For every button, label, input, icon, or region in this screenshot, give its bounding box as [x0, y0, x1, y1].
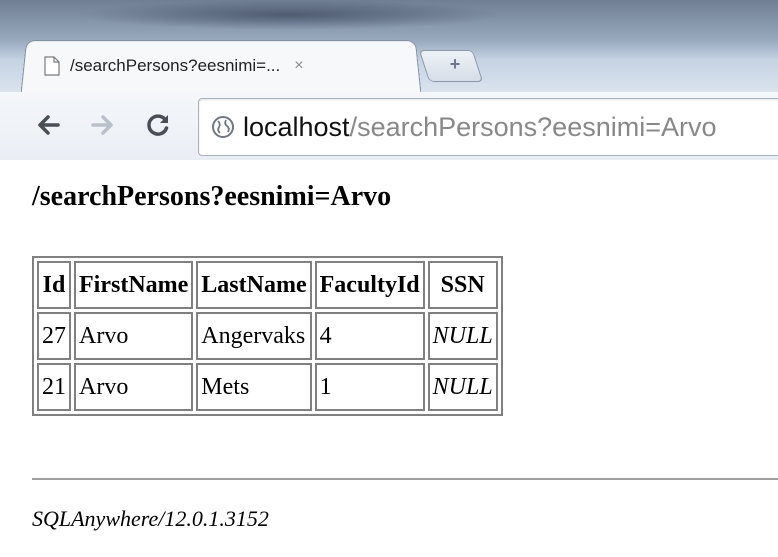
- cell-ssn: NULL: [427, 312, 498, 360]
- url-path: /searchPersons?eesnimi=Arvo: [349, 111, 717, 142]
- browser-tab-content[interactable]: /searchPersons?eesnimi=... ×: [38, 40, 408, 92]
- back-arrow-icon: [38, 115, 60, 135]
- server-signature: SQLAnywhere/12.0.1.3152: [32, 506, 269, 531]
- page-title: /searchPersons?eesnimi=Arvo: [32, 181, 392, 212]
- tab-close-button[interactable]: ×: [294, 57, 303, 75]
- cell-facultyid: 1: [314, 363, 425, 411]
- reload-icon: [147, 114, 169, 136]
- new-tab-icon: +: [449, 53, 461, 74]
- cell-id: 27: [37, 312, 71, 360]
- column-header-lastname: LastName: [196, 261, 312, 309]
- url-host: localhost: [243, 111, 350, 142]
- column-header-facultyid: FacultyId: [314, 261, 425, 309]
- table-row: 21 Arvo Mets 1 NULL: [37, 363, 498, 411]
- column-header-firstname: FirstName: [74, 261, 194, 309]
- column-header-ssn: SSN: [427, 261, 498, 309]
- page-content: /searchPersons?eesnimi=Arvo Id FirstName…: [0, 161, 778, 557]
- page-icon: [44, 56, 60, 76]
- address-bar[interactable]: localhost/searchPersons?eesnimi=Arvo: [198, 98, 778, 156]
- cell-firstname: Arvo: [74, 363, 194, 411]
- column-header-id: Id: [37, 261, 71, 309]
- cell-firstname: Arvo: [74, 312, 194, 360]
- back-button[interactable]: [30, 107, 66, 143]
- results-table: Id FirstName LastName FacultyId SSN 27 A…: [32, 256, 503, 416]
- browser-chrome: /searchPersons?eesnimi=... × + localhost…: [0, 0, 778, 160]
- cell-ssn: NULL: [427, 363, 498, 411]
- cell-lastname: Angervaks: [196, 312, 312, 360]
- globe-icon: [212, 116, 234, 138]
- tab-title: /searchPersons?eesnimi=...: [70, 56, 281, 75]
- window-glare: [80, 0, 500, 30]
- reload-button[interactable]: [140, 107, 176, 143]
- forward-button[interactable]: [85, 107, 121, 143]
- cell-lastname: Mets: [196, 363, 312, 411]
- forward-arrow-icon: [91, 115, 113, 135]
- cell-id: 21: [37, 363, 71, 411]
- horizontal-rule: [32, 478, 778, 480]
- browser-toolbar: localhost/searchPersons?eesnimi=Arvo: [0, 92, 778, 160]
- table-row: 27 Arvo Angervaks 4 NULL: [37, 312, 498, 360]
- cell-facultyid: 4: [314, 312, 425, 360]
- table-header-row: Id FirstName LastName FacultyId SSN: [37, 261, 498, 309]
